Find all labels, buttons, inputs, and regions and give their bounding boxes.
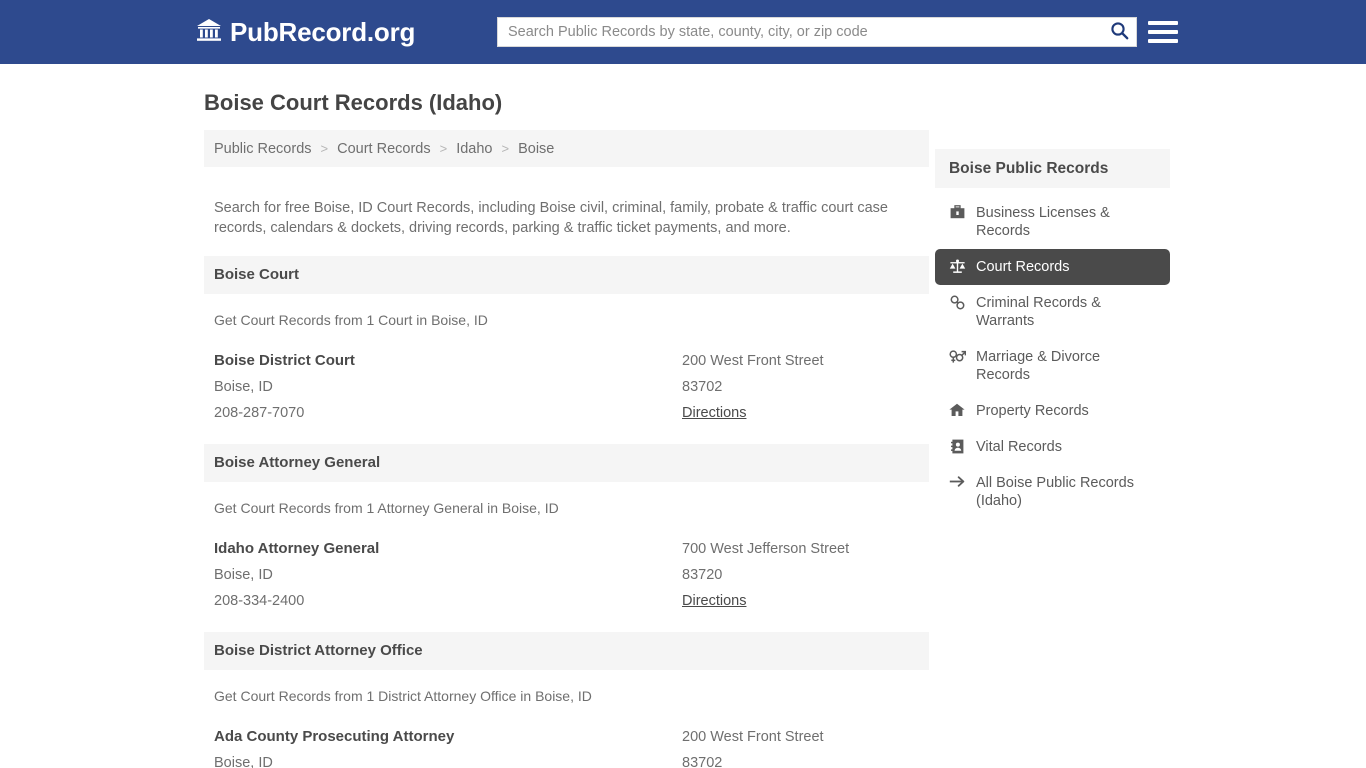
hamburger-menu-icon	[1148, 21, 1178, 25]
breadcrumb-item-idaho[interactable]: Idaho	[456, 141, 492, 157]
breadcrumb: Public Records > Court Records > Idaho >…	[204, 130, 929, 168]
breadcrumb-separator: >	[320, 141, 329, 157]
bank-building-icon	[196, 18, 222, 47]
venus-mars-icon	[949, 348, 966, 364]
page-title: Boise Court Records (Idaho)	[204, 90, 503, 115]
handcuffs-icon	[949, 294, 966, 310]
section-title: Boise Court	[204, 255, 929, 294]
record-entry: Ada County Prosecuting Attorney Boise, I…	[204, 704, 929, 768]
record-entry: Boise District Court Boise, ID 208-287-7…	[204, 328, 929, 426]
section-boise-district-attorney-office: Boise District Attorney Office Get Court…	[204, 631, 929, 768]
sidebar-item-vital-records[interactable]: Vital Records	[935, 429, 1170, 465]
breadcrumb-item-boise[interactable]: Boise	[518, 141, 554, 157]
record-entry-left: Idaho Attorney General Boise, ID 208-334…	[214, 536, 682, 614]
record-phone: 208-334-2400	[214, 592, 305, 609]
record-zip: 83720	[682, 566, 723, 583]
record-entry-right: 200 West Front Street 83702 Directions	[682, 724, 919, 768]
section-subtitle: Get Court Records from 1 Attorney Genera…	[214, 499, 559, 516]
sidebar-item-label: All Boise Public Records (Idaho)	[975, 475, 1134, 510]
hamburger-menu-icon	[1148, 30, 1178, 34]
record-address: 200 West Front Street	[682, 728, 824, 745]
breadcrumb-separator: >	[501, 141, 510, 157]
section-subtitle: Get Court Records from 1 District Attorn…	[214, 687, 592, 704]
record-locality: Boise, ID	[214, 754, 273, 768]
sidebar-title: Boise Public Records	[934, 149, 1170, 189]
sidebar-item-criminal-records[interactable]: Criminal Records & Warrants	[935, 285, 1170, 339]
main-content: Public Records > Court Records > Idaho >…	[204, 130, 929, 768]
page-description: Search for free Boise, ID Court Records,…	[214, 199, 888, 236]
record-entry-right: 700 West Jefferson Street 83720 Directio…	[682, 536, 919, 614]
id-card-icon	[949, 438, 966, 454]
content-columns: Public Records > Court Records > Idaho >…	[204, 130, 1170, 768]
breadcrumb-separator: >	[439, 141, 448, 157]
directions-link[interactable]: Directions	[682, 405, 746, 421]
sidebar-item-property-records[interactable]: Property Records	[935, 393, 1170, 429]
sidebar-item-marriage-divorce[interactable]: Marriage & Divorce Records	[935, 339, 1170, 393]
sidebar-item-label: Property Records	[975, 403, 1089, 420]
sidebar: Boise Public Records Business Licenses &…	[934, 149, 1170, 519]
record-name: Boise District Court	[214, 351, 355, 369]
search-bar	[497, 17, 1137, 47]
hamburger-menu-button[interactable]	[1148, 18, 1178, 46]
section-boise-court: Boise Court Get Court Records from 1 Cou…	[204, 255, 929, 426]
section-boise-attorney-general: Boise Attorney General Get Court Records…	[204, 443, 929, 614]
scales-of-justice-icon	[949, 258, 966, 274]
sidebar-item-all-public-records[interactable]: All Boise Public Records (Idaho)	[935, 465, 1170, 519]
record-address: 700 West Jefferson Street	[682, 540, 850, 557]
record-entry-left: Boise District Court Boise, ID 208-287-7…	[214, 348, 682, 426]
sidebar-item-court-records[interactable]: Court Records	[934, 249, 1170, 286]
search-input[interactable]	[498, 18, 1102, 46]
briefcase-icon	[949, 204, 966, 219]
sidebar-item-label: Marriage & Divorce Records	[975, 349, 1101, 384]
sidebar-item-business-licenses[interactable]: Business Licenses & Records	[935, 195, 1170, 249]
record-entry-right: 200 West Front Street 83702 Directions	[682, 348, 919, 426]
record-locality: Boise, ID	[214, 378, 273, 395]
record-address: 200 West Front Street	[682, 352, 824, 369]
sidebar-item-label: Business Licenses & Records	[975, 205, 1110, 240]
site-header: PubRecord.org	[0, 0, 1366, 64]
record-zip: 83702	[682, 378, 723, 395]
search-icon	[1110, 21, 1129, 43]
record-entry-left: Ada County Prosecuting Attorney Boise, I…	[214, 724, 682, 768]
search-button[interactable]	[1102, 18, 1136, 46]
breadcrumb-item-public-records[interactable]: Public Records	[214, 141, 312, 157]
directions-link[interactable]: Directions	[682, 593, 746, 609]
sidebar-list: Business Licenses & Records Court Record…	[934, 195, 1170, 519]
sidebar-item-label: Vital Records	[975, 439, 1062, 456]
sidebar-item-label: Criminal Records & Warrants	[975, 295, 1101, 330]
record-locality: Boise, ID	[214, 566, 273, 583]
section-title: Boise Attorney General	[204, 443, 929, 482]
arrow-right-icon	[949, 474, 966, 488]
record-phone: 208-287-7070	[214, 404, 305, 421]
home-icon	[949, 402, 966, 417]
site-logo[interactable]: PubRecord.org	[196, 18, 415, 47]
record-entry: Idaho Attorney General Boise, ID 208-334…	[204, 516, 929, 614]
section-title: Boise District Attorney Office	[204, 631, 929, 670]
logo-text: PubRecord.org	[230, 17, 416, 47]
sidebar-item-label: Court Records	[975, 259, 1070, 276]
page-container: Boise Court Records (Idaho) Public Recor…	[0, 90, 1366, 768]
breadcrumb-item-court-records[interactable]: Court Records	[337, 141, 430, 157]
section-subtitle: Get Court Records from 1 Court in Boise,…	[214, 311, 488, 328]
record-name: Idaho Attorney General	[214, 539, 380, 557]
hamburger-menu-icon	[1148, 39, 1178, 43]
record-zip: 83702	[682, 754, 723, 768]
record-name: Ada County Prosecuting Attorney	[214, 727, 455, 745]
